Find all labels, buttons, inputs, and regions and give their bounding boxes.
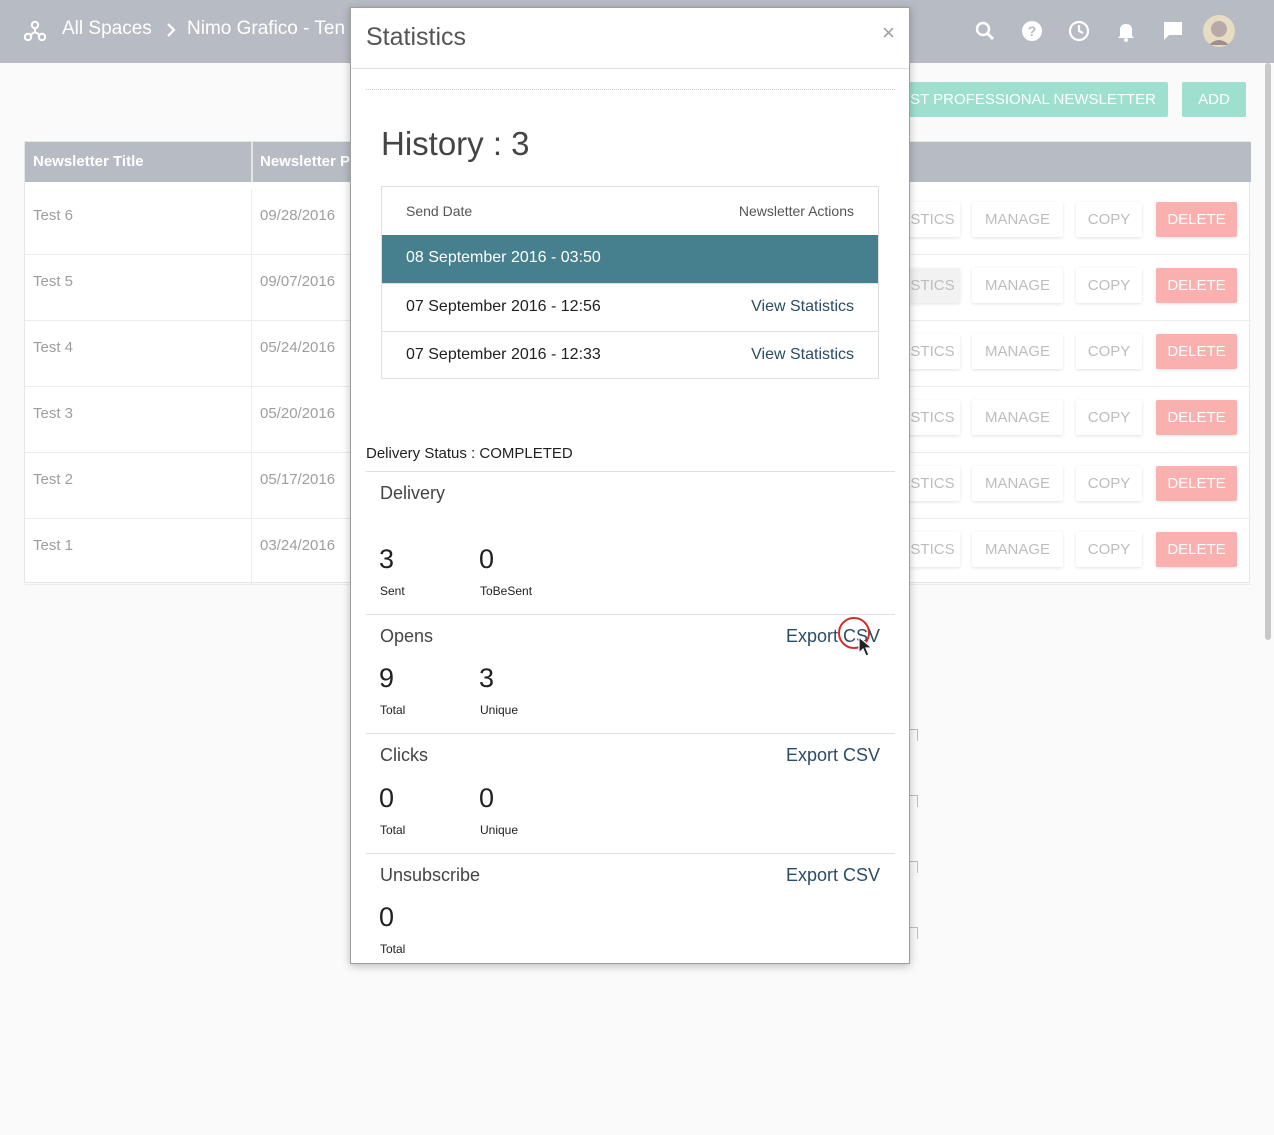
row-title: Test 5 xyxy=(33,273,74,290)
column-header-publish[interactable]: Newsletter P xyxy=(260,153,350,170)
manage-button[interactable]: MANAGE xyxy=(972,268,1063,303)
stat-tobesent-label: ToBeSent xyxy=(480,584,533,598)
section-title: Clicks xyxy=(380,745,428,765)
history-table: Send Date Newsletter Actions 08 Septembe… xyxy=(381,186,879,379)
manage-button[interactable]: MANAGE xyxy=(972,334,1063,369)
stat-total-value: 9 xyxy=(379,663,395,693)
stat-sent-value: 3 xyxy=(379,544,395,574)
opens-section: Opens Export CSV 9 Total 3 Unique xyxy=(366,614,895,734)
chevron-right-icon xyxy=(167,23,176,37)
stat-total-value: 0 xyxy=(379,902,395,932)
breadcrumb-current[interactable]: Nimo Grafico - Ten xyxy=(187,18,345,40)
row-date: 05/24/2016 xyxy=(260,339,336,356)
export-csv-link[interactable]: Export CSV xyxy=(786,745,880,766)
row-date: 09/28/2016 xyxy=(260,207,336,224)
history-title: History : 3 xyxy=(381,125,530,162)
row-date: 05/20/2016 xyxy=(260,405,336,422)
stat-unique-value: 3 xyxy=(479,663,495,693)
add-button[interactable]: ADD xyxy=(1182,82,1246,117)
row-date: 09/07/2016 xyxy=(260,273,336,290)
help-icon[interactable]: ? xyxy=(1020,19,1044,43)
history-header-actions: Newsletter Actions xyxy=(738,203,854,219)
row-date: 03/24/2016 xyxy=(260,537,336,554)
view-statistics-link[interactable]: View Statistics xyxy=(751,346,854,364)
manage-button[interactable]: MANAGE xyxy=(972,400,1063,435)
statistics-button[interactable]: STICS xyxy=(905,268,960,303)
row-title: Test 4 xyxy=(33,339,74,356)
history-row-date: 08 September 2016 - 03:50 xyxy=(406,249,601,266)
stat-sent-label: Sent xyxy=(380,584,405,598)
close-icon[interactable]: × xyxy=(882,20,895,46)
statistics-button[interactable]: STICS xyxy=(905,466,960,501)
delete-button[interactable]: DELETE xyxy=(1156,400,1237,435)
copy-button[interactable]: COPY xyxy=(1076,334,1142,369)
statistics-modal: Statistics × History : 3 Send Date Newsl… xyxy=(350,7,910,964)
manage-button[interactable]: MANAGE xyxy=(972,532,1063,567)
statistics-button[interactable]: STICS xyxy=(905,334,960,369)
delete-button[interactable]: DELETE xyxy=(1156,466,1237,501)
row-title: Test 2 xyxy=(33,471,74,488)
stat-tobesent-value: 0 xyxy=(479,544,495,574)
copy-button[interactable]: COPY xyxy=(1076,400,1142,435)
manage-button[interactable]: MANAGE xyxy=(972,202,1063,237)
stat-unique-label: Unique xyxy=(480,703,519,717)
row-title: Test 6 xyxy=(33,207,74,224)
row-title: Test 1 xyxy=(33,537,74,554)
manage-button[interactable]: MANAGE xyxy=(972,466,1063,501)
history-header-date: Send Date xyxy=(406,203,473,219)
row-title: Test 3 xyxy=(33,405,74,422)
section-title: Unsubscribe xyxy=(380,865,481,885)
row-date: 05/17/2016 xyxy=(260,471,336,488)
statistics-button[interactable]: STICS xyxy=(905,532,960,567)
dotted-divider xyxy=(366,89,895,90)
avatar[interactable] xyxy=(1203,15,1235,47)
unsubscribe-section: Unsubscribe Export CSV 0 Total xyxy=(366,853,895,963)
copy-button[interactable]: COPY xyxy=(1076,466,1142,501)
delivery-status: Delivery Status : COMPLETED xyxy=(366,445,573,462)
history-row-date: 07 September 2016 - 12:33 xyxy=(406,346,601,363)
stat-total-label: Total xyxy=(380,703,406,717)
modal-title: Statistics xyxy=(366,23,467,51)
chat-icon[interactable] xyxy=(1161,19,1185,43)
copy-button[interactable]: COPY xyxy=(1076,202,1142,237)
history-row-selected[interactable]: 08 September 2016 - 03:50 xyxy=(382,235,878,283)
clicks-section: Clicks Export CSV 0 Total 0 Unique xyxy=(366,733,895,853)
stat-total-label: Total xyxy=(380,942,406,956)
history-row[interactable]: 07 September 2016 - 12:33 View Statistic… xyxy=(382,331,878,379)
modal-divider xyxy=(351,68,909,69)
section-title: Delivery xyxy=(380,483,446,503)
cursor-icon xyxy=(858,636,874,657)
export-csv-link[interactable]: Export CSV xyxy=(786,865,880,886)
history-icon[interactable] xyxy=(1067,19,1091,43)
svg-text:?: ? xyxy=(1028,23,1037,39)
page-scrollbar[interactable] xyxy=(1265,63,1271,640)
delivery-section: Delivery 3 Sent 0 ToBeSent xyxy=(366,471,895,615)
stat-total-value: 0 xyxy=(379,783,395,813)
search-icon[interactable] xyxy=(973,19,997,43)
copy-button[interactable]: COPY xyxy=(1076,268,1142,303)
column-header-title[interactable]: Newsletter Title xyxy=(33,153,144,170)
history-header: Send Date Newsletter Actions xyxy=(382,187,878,235)
statistics-button[interactable]: STICS xyxy=(905,202,960,237)
section-title: Opens xyxy=(380,626,434,646)
delete-button[interactable]: DELETE xyxy=(1156,268,1237,303)
breadcrumb-all-spaces[interactable]: All Spaces xyxy=(62,18,152,40)
delete-button[interactable]: DELETE xyxy=(1156,532,1237,567)
stat-unique-value: 0 xyxy=(479,783,495,813)
delete-button[interactable]: DELETE xyxy=(1156,334,1237,369)
history-row[interactable]: 07 September 2016 - 12:56 View Statistic… xyxy=(382,283,878,331)
stat-total-label: Total xyxy=(380,823,406,837)
history-row-date: 07 September 2016 - 12:56 xyxy=(406,298,601,315)
copy-button[interactable]: COPY xyxy=(1076,532,1142,567)
statistics-button[interactable]: STICS xyxy=(905,400,960,435)
org-chart-icon[interactable] xyxy=(24,20,46,42)
view-statistics-link[interactable]: View Statistics xyxy=(751,298,854,316)
bell-icon[interactable] xyxy=(1114,19,1138,43)
delete-button[interactable]: DELETE xyxy=(1156,202,1237,237)
stat-unique-label: Unique xyxy=(480,823,519,837)
